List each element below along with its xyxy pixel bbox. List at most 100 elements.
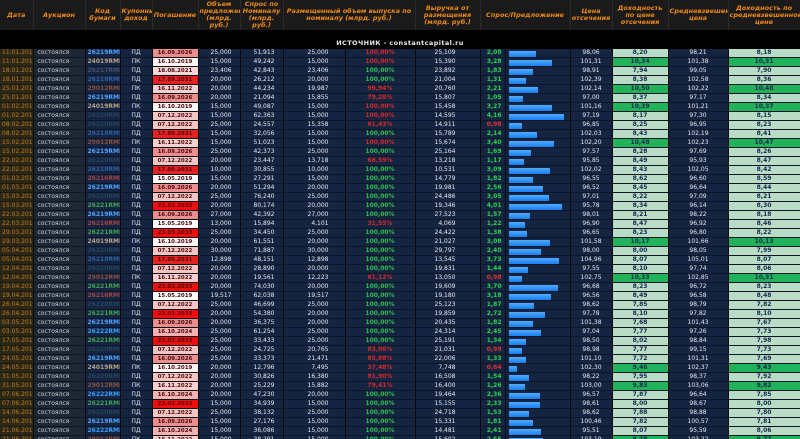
bid-to-cover-bar (509, 357, 527, 363)
placed-volume-cell: 19,987 (283, 85, 345, 94)
avg-price-cell: 98,79 (668, 301, 728, 310)
auction-status-cell: состоялся (33, 265, 85, 274)
cutoff-yield-cell: 8,07 (612, 427, 668, 436)
maturity-cell: 07.12.2022 (152, 409, 198, 418)
demand-cell: 36,375 (240, 319, 283, 328)
placed-volume-cell: 12,898 (283, 256, 345, 265)
bid-to-cover-cell: 2,72 (480, 310, 505, 319)
date-cell: 21.06.2017 (0, 427, 33, 436)
offer-volume-cell: 25,000 (198, 346, 240, 355)
bid-to-cover-bar (509, 420, 533, 426)
auction-status-cell: состоялся (33, 238, 85, 247)
cutoff-yield-cell: 10,17 (612, 238, 668, 247)
date-cell: 25.01.2017 (0, 85, 33, 94)
maturity-cell: 07.12.2022 (152, 346, 198, 355)
col-header-placed-volume: Размещенный объем выпуска по номиналу (м… (283, 0, 415, 30)
offer-volume-cell: 27,000 (198, 211, 240, 220)
placed-volume-cell: 20,000 (283, 238, 345, 247)
demand-cell: 51,913 (240, 49, 283, 58)
placed-volume-cell: 20,000 (283, 265, 345, 274)
table-row: 08.02.2017состоялся26220RMFSПД07.12.2022… (0, 121, 800, 130)
avg-yield-cell: 7,92 (728, 373, 800, 382)
bid-to-cover-bar (509, 312, 545, 318)
maturity-cell: 07.12.2022 (152, 373, 198, 382)
placed-volume-cell: 20,000 (283, 319, 345, 328)
auction-status-cell: состоялся (33, 193, 85, 202)
cutoff-price-cell: 98,00 (570, 247, 612, 256)
avg-yield-cell: 8,18 (728, 49, 800, 58)
bid-to-cover-cell: 3,09 (480, 166, 505, 175)
coupon-type-cell: ПК (120, 364, 152, 373)
placed-volume-cell: 25,000 (283, 301, 345, 310)
demand-cell: 49,242 (240, 58, 283, 67)
auction-status-cell: состоялся (33, 157, 85, 166)
avg-yield-cell: 7,85 (728, 391, 800, 400)
auction-status-cell: состоялся (33, 283, 85, 292)
auction-status-cell: состоялся (33, 112, 85, 121)
bid-to-cover-bar (509, 222, 525, 228)
placed-pct-cell: 100,00% (345, 319, 415, 328)
bid-to-cover-bar-cell (505, 400, 570, 409)
avg-yield-cell: 10,31 (728, 274, 800, 283)
placed-pct-cell: 79,41% (345, 382, 415, 391)
offer-volume-cell: 15,000 (198, 130, 240, 139)
offer-volume-cell: 15,000 (198, 418, 240, 427)
bid-to-cover-cell: 4,16 (480, 112, 505, 121)
maturity-cell: 16.09.2026 (152, 94, 198, 103)
demand-cell: 42,373 (240, 148, 283, 157)
bid-to-cover-cell: 0,99 (480, 346, 505, 355)
cutoff-price-cell: 102,03 (570, 130, 612, 139)
bid-to-cover-bar-cell (505, 49, 570, 58)
security-code-cell: 26219RMFS (85, 94, 120, 103)
table-row: 07.06.2017состоялся26222RMFSПД16.10.2024… (0, 391, 800, 400)
cutoff-yield-cell: 8,10 (612, 265, 668, 274)
revenue-cell: 14,779 (415, 175, 480, 184)
bid-to-cover-bar (509, 285, 559, 291)
placed-pct-cell: 100,00% (345, 337, 415, 346)
demand-cell: 27,291 (240, 175, 283, 184)
col-header-bid-to-cover: Спрос/Предложение (480, 0, 570, 30)
avg-yield-cell: 8,23 (728, 283, 800, 292)
avg-price-cell: 98,22 (668, 211, 728, 220)
security-code-cell: 26220RMFS (85, 193, 120, 202)
avg-price-cell: 98,88 (668, 409, 728, 418)
demand-cell: 27,176 (240, 418, 283, 427)
coupon-type-cell: ПД (120, 49, 152, 58)
cutoff-yield-cell: 7,82 (612, 418, 668, 427)
bid-to-cover-bar-cell (505, 265, 570, 274)
demand-cell: 42,392 (240, 211, 283, 220)
bid-to-cover-cell: 2,40 (480, 247, 505, 256)
maturity-cell: 07.12.2022 (152, 247, 198, 256)
security-code-cell: 26220RMFS (85, 247, 120, 256)
placed-pct-cell: 100,00% (345, 238, 415, 247)
auction-status-cell: состоялся (33, 184, 85, 193)
maturity-cell: 07.12.2022 (152, 301, 198, 310)
table-row: 01.03.2017состоялся26219RMFSПД16.09.2026… (0, 184, 800, 193)
demand-cell: 61,551 (240, 238, 283, 247)
offer-volume-cell: 15,000 (198, 175, 240, 184)
security-code-cell: 26222RMFS (85, 391, 120, 400)
bid-to-cover-bar (509, 393, 541, 399)
avg-yield-cell: 9,43 (728, 364, 800, 373)
revenue-cell: 19,981 (415, 184, 480, 193)
bid-to-cover-cell: 1,05 (480, 94, 505, 103)
maturity-cell: 23.03.2033 (152, 229, 198, 238)
security-code-cell: 26220RMFS (85, 157, 120, 166)
avg-price-cell: 96,72 (668, 283, 728, 292)
cutoff-yield-cell: 8,37 (612, 94, 668, 103)
source-row: ИСТОЧНИК - constantcapital.ru (0, 30, 800, 49)
placed-pct-cell: 37,48% (345, 364, 415, 373)
placed-volume-cell: 15,000 (283, 175, 345, 184)
date-cell: 01.03.2017 (0, 184, 33, 193)
cutoff-price-cell: 95,78 (570, 202, 612, 211)
bid-to-cover-bar-cell (505, 274, 570, 283)
date-cell: 25.01.2017 (0, 94, 33, 103)
revenue-cell: 13,050 (415, 274, 480, 283)
avg-price-cell: 102,85 (668, 274, 728, 283)
avg-yield-cell: 8,15 (728, 112, 800, 121)
security-code-cell: 26219RMFS (85, 184, 120, 193)
table-row: 29.03.2017состоялся24019RMFSПК16.10.2019… (0, 238, 800, 247)
bid-to-cover-cell: 3,08 (480, 238, 505, 247)
offer-volume-cell: 15,000 (198, 427, 240, 436)
cutoff-yield-cell: 8,10 (612, 310, 668, 319)
